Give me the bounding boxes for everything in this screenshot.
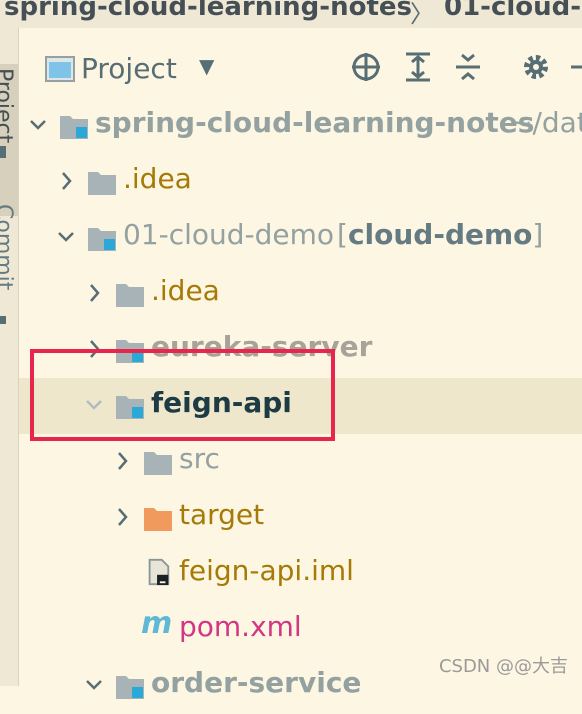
left-tool-strip: Project Commit [0,28,19,686]
bracket-open: [ [337,218,348,251]
hide-icon[interactable] [567,50,582,84]
chevron-right-icon[interactable] [113,506,131,528]
gear-icon[interactable] [519,50,553,84]
folder-icon [116,284,144,307]
chevron-down-icon[interactable] [57,226,75,248]
maven-icon: m [141,606,173,641]
iml-file-icon [148,558,170,586]
collapse-all-icon[interactable] [451,50,485,84]
module-folder-icon [116,676,144,699]
bracket-close: ] [532,218,544,251]
tree-row-pom[interactable]: m pom.xml [19,602,582,658]
panel-dropdown-icon[interactable]: ▼ [199,54,214,78]
breadcrumb: spring-cloud-learning-notes 〉 01-cloud-d… [0,0,582,29]
tree-label-root-idea: .idea [123,162,192,195]
project-panel-header: Project ▼ [19,28,582,104]
tree-label-root: spring-cloud-learning-notes [95,106,535,139]
tree-label-module-idea: .idea [151,274,220,307]
tree-label-module: 01-cloud-demo [123,218,335,251]
tree-label-pom: pom.xml [179,610,302,643]
tree-label-iml: feign-api.iml [179,554,354,587]
tree-row-root[interactable]: spring-cloud-learning-notes ~/dat [19,98,582,154]
module-folder-icon [60,116,88,139]
chevron-right-icon[interactable] [113,450,131,472]
chevron-right-icon[interactable] [57,170,75,192]
tree-module-name: [cloud-demo] [337,218,543,251]
folder-icon [88,172,116,195]
expand-all-icon[interactable] [401,50,435,84]
excluded-folder-icon [144,508,172,531]
chevron-right-icon[interactable] [85,282,103,304]
side-tab-commit[interactable]: Commit [0,204,16,290]
panel-title[interactable]: Project [81,52,177,85]
tree-row-module[interactable]: 01-cloud-demo [cloud-demo] [19,210,582,266]
tree-row-target[interactable]: target [19,490,582,546]
breadcrumb-root[interactable]: spring-cloud-learning-notes [4,0,412,22]
tree-label-order: order-service [151,666,362,699]
crosshair-icon[interactable] [349,50,383,84]
module-name-bold: cloud-demo [347,218,533,251]
chevron-down-icon[interactable] [85,674,103,696]
tree-row-iml[interactable]: feign-api.iml [19,546,582,602]
chevron-right-icon: 〉 [410,0,434,28]
side-tab-marker-icon [0,146,6,158]
breadcrumb-module[interactable]: 01-cloud-de [444,0,582,22]
tree-row-module-idea[interactable]: .idea [19,266,582,322]
tree-row-root-idea[interactable]: .idea [19,154,582,210]
tree-row-src[interactable]: src [19,434,582,490]
module-folder-icon [88,228,116,251]
tree-label-target: target [179,498,265,531]
project-view-icon [45,56,75,82]
tree-root-path: ~/dat [509,106,582,139]
folder-icon [144,452,172,475]
highlight-box [30,349,335,441]
commit-marker-icon [0,316,6,324]
side-tab-project-label: Project [0,68,16,144]
side-tab-project[interactable]: Project [0,64,18,216]
chevron-down-icon[interactable] [29,114,47,136]
tree-label-src: src [179,442,220,475]
watermark: CSDN @@大吉 [438,656,568,677]
